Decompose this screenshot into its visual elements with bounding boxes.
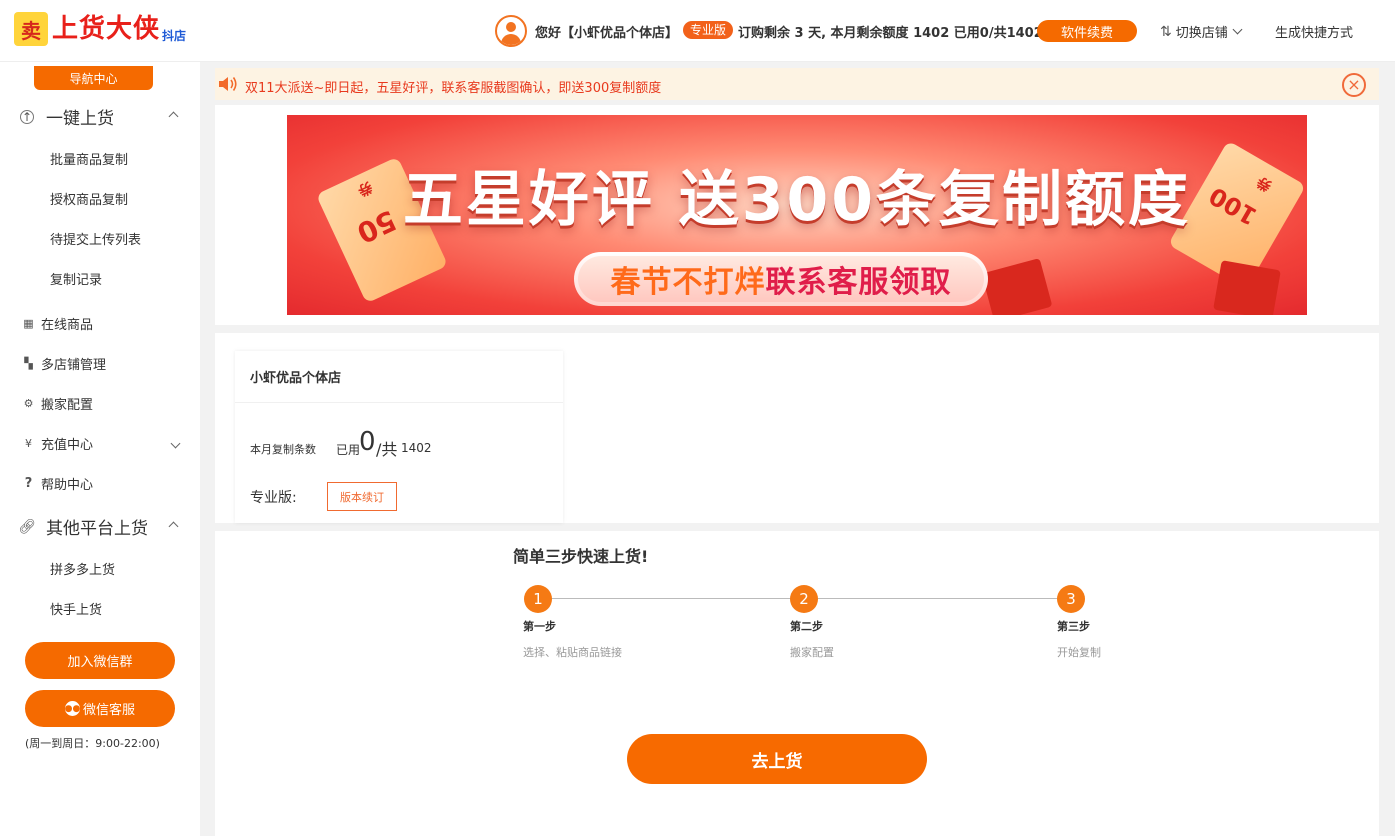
monthly-quota-label: 本月复制条数 xyxy=(250,443,316,456)
user-greeting: 您好【小虾优品个体店】 xyxy=(535,26,679,41)
close-icon[interactable]: × xyxy=(1342,73,1366,97)
yen-icon: ¥ xyxy=(25,437,32,450)
sidebar-item-online-products[interactable]: ▦ 在线商品 xyxy=(22,314,187,333)
sidebar-item-pending-upload[interactable]: 待提交上传列表 xyxy=(50,229,141,248)
promo-banner-card: 50 券 100 券 五星好评 送300条复制额度 春节不打烊 联系客服领取 xyxy=(215,105,1379,325)
nav-center-tab[interactable]: 导航中心 xyxy=(34,66,153,90)
service-hours: (周一到周日：9:00-22:00) xyxy=(25,737,160,750)
step-connector xyxy=(817,598,1057,599)
wechat-service-button[interactable]: ●● 微信客服 xyxy=(25,690,175,727)
sidebar-item-authorized-copy[interactable]: 授权商品复制 xyxy=(50,189,128,208)
top-header: 卖 上货大侠 抖店 您好【小虾优品个体店】 专业版 订购剩余 3 天, 本月剩余… xyxy=(0,0,1395,62)
step-connector xyxy=(538,598,791,599)
go-upload-button[interactable]: 去上货 xyxy=(627,734,927,784)
sidebar-item-copy-records[interactable]: 复制记录 xyxy=(50,269,102,288)
banner-title: 五星好评 送300条复制额度 xyxy=(402,165,1192,235)
step-description: 选择、粘贴商品链接 xyxy=(523,646,622,659)
grid-icon: ▚ xyxy=(24,357,33,370)
logo-icon: 卖 xyxy=(14,12,48,46)
chevron-down-icon xyxy=(1232,24,1243,35)
sidebar-group-other-platforms[interactable]: 🔗︎ 其他平台上货 xyxy=(18,514,185,539)
sidebar-item-label: 多店铺管理 xyxy=(41,358,107,373)
steps-panel: 简单三步快速上货! 1 第一步 选择、粘贴商品链接 2 第二步 搬家配置 3 第… xyxy=(215,531,1379,836)
edition-label: 专业版: xyxy=(250,490,297,506)
wechat-icon: ●● xyxy=(65,701,80,716)
banner-button-highlight: 春节不打烊 xyxy=(610,265,766,300)
quota-used-label: 已用 xyxy=(336,443,361,457)
shop-card: 小虾优品个体店 本月复制条数 已用 0 /共 1402 专业版: 版本续订 xyxy=(235,351,563,523)
step-name: 第一步 xyxy=(523,620,556,633)
switch-shop-label: 切换店铺 xyxy=(1175,26,1228,41)
sidebar-group-label: 一键上货 xyxy=(46,109,114,129)
subscription-status: 订购剩余 3 天, 本月剩余额度 1402 已用0/共1402 xyxy=(738,26,1043,41)
sidebar-item-migration-config[interactable]: ⚙ 搬家配置 xyxy=(22,394,187,413)
sidebar-item-batch-copy[interactable]: 批量商品复制 xyxy=(50,149,128,168)
shop-name: 小虾优品个体店 xyxy=(250,371,342,386)
wechat-service-label: 微信客服 xyxy=(82,703,135,718)
step-name: 第二步 xyxy=(790,620,823,633)
step-description: 开始复制 xyxy=(1057,646,1101,659)
sidebar-item-label: 帮助中心 xyxy=(41,478,94,493)
sidebar-group-label: 其他平台上货 xyxy=(46,519,148,539)
sidebar-item-multi-shop[interactable]: ▚ 多店铺管理 xyxy=(22,354,187,373)
edition-badge: 专业版 xyxy=(683,21,734,39)
step-description: 搬家配置 xyxy=(790,646,834,659)
sidebar-item-kuaishou[interactable]: 快手上货 xyxy=(50,599,102,618)
red-envelope-image xyxy=(1213,260,1281,315)
step-number-badge: 2 xyxy=(790,585,818,613)
divider xyxy=(235,402,563,403)
sidebar-item-pinduoduo[interactable]: 拼多多上货 xyxy=(50,559,115,578)
link-icon: 🔗︎ xyxy=(18,518,36,535)
gear-icon: ⚙ xyxy=(23,397,34,410)
switch-shop-dropdown[interactable]: ⇅ 切换店铺 xyxy=(1160,22,1243,41)
quota-used-value: 0 xyxy=(359,427,376,457)
red-envelope-image xyxy=(981,258,1053,315)
step-name: 第三步 xyxy=(1057,620,1090,633)
notice-text: 双11大派送~即日起，五星好评，联系客服截图确认，即送300复制额度 xyxy=(245,81,662,96)
renew-software-button[interactable]: 软件续费 xyxy=(1037,20,1137,42)
app-logo[interactable]: 卖 上货大侠 抖店 xyxy=(14,12,186,46)
logo-subtext: 抖店 xyxy=(162,29,187,43)
sidebar-group-one-click-upload[interactable]: ↑ 一键上货 xyxy=(20,104,185,129)
chevron-up-icon xyxy=(168,521,179,532)
sidebar-item-label: 搬家配置 xyxy=(41,398,94,413)
speaker-icon xyxy=(219,77,237,91)
quota-total-value: 1402 xyxy=(401,441,432,455)
notice-bar: 双11大派送~即日起，五星好评，联系客服截图确认，即送300复制额度 × xyxy=(215,68,1379,100)
sidebar-item-label: 在线商品 xyxy=(41,318,94,333)
join-wechat-group-button[interactable]: 加入微信群 xyxy=(25,642,175,679)
logo-text: 上货大侠 xyxy=(52,14,161,44)
step-number-badge: 1 xyxy=(524,585,552,613)
sidebar-item-help[interactable]: ? 帮助中心 xyxy=(22,474,187,493)
steps-title: 简单三步快速上货! xyxy=(513,547,649,566)
edition-renew-button[interactable]: 版本续订 xyxy=(327,482,397,511)
sidebar: 导航中心 ↑ 一键上货 批量商品复制 授权商品复制 待提交上传列表 复制记录 ▦… xyxy=(0,62,200,836)
sidebar-item-recharge[interactable]: ¥ 充值中心 xyxy=(22,434,187,453)
question-icon: ? xyxy=(24,476,33,491)
chevron-down-icon xyxy=(170,438,181,449)
banner-button-text: 联系客服领取 xyxy=(765,265,952,300)
swap-icon: ⇅ xyxy=(1160,23,1172,40)
quota-total-label: /共 xyxy=(376,440,398,459)
sidebar-item-label: 充值中心 xyxy=(41,438,94,453)
shop-panel: 小虾优品个体店 本月复制条数 已用 0 /共 1402 专业版: 版本续订 xyxy=(215,333,1379,523)
promo-banner[interactable]: 50 券 100 券 五星好评 送300条复制额度 春节不打烊 联系客服领取 xyxy=(287,115,1307,315)
banner-contact-button[interactable]: 春节不打烊 联系客服领取 xyxy=(574,252,988,306)
create-shortcut-link[interactable]: 生成快捷方式 xyxy=(1275,22,1353,41)
upload-icon: ↑ xyxy=(20,109,34,124)
step-number-badge: 3 xyxy=(1057,585,1085,613)
chevron-up-icon xyxy=(168,111,179,122)
user-avatar-icon[interactable] xyxy=(495,15,527,47)
table-icon: ▦ xyxy=(23,317,34,330)
